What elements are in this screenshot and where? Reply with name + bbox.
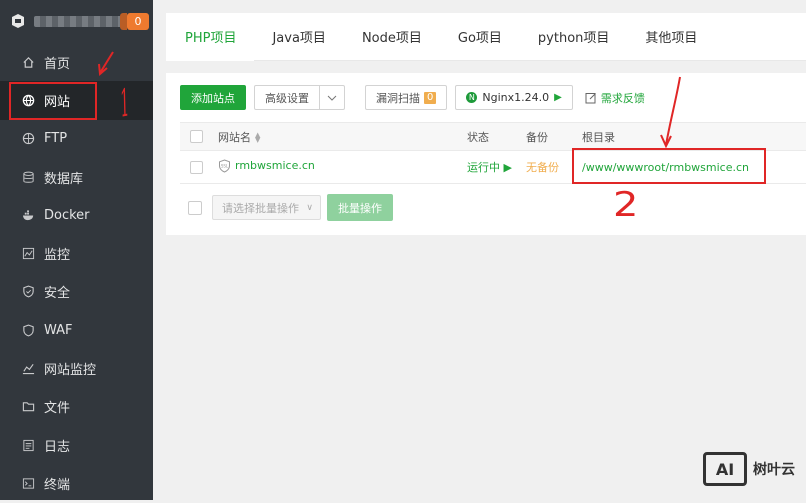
- sidebar-item-label: 文件: [44, 401, 71, 417]
- sidebar-item-security[interactable]: 安全: [0, 273, 153, 311]
- tab-java[interactable]: Java项目: [254, 13, 343, 60]
- annotation-number-two: 2: [613, 185, 639, 225]
- blurred-server-name: [34, 16, 122, 27]
- shield-icon: [21, 285, 35, 299]
- sidebar-item-label: 日志: [44, 439, 71, 455]
- sidebar-item-label: 数据库: [44, 171, 84, 187]
- tab-php[interactable]: PHP项目: [166, 13, 255, 61]
- site-name: rmbwsmice.cn: [235, 159, 315, 172]
- notification-badge[interactable]: 0: [120, 13, 149, 30]
- panel-logo-icon: [12, 14, 24, 28]
- batch-bar: 请选择批量操作 ∨ 批量操作: [188, 194, 393, 221]
- sidebar-item-site-monitor[interactable]: 网站监控: [0, 349, 153, 387]
- play-icon: ▶: [503, 161, 512, 174]
- docker-icon: [21, 208, 35, 222]
- sidebar-item-terminal[interactable]: 终端: [0, 464, 153, 502]
- sidebar-item-files[interactable]: 文件: [0, 388, 153, 426]
- sidebar-item-label: 终端: [44, 477, 71, 493]
- status-label: 运行中: [467, 161, 500, 174]
- column-backup: 备份: [526, 130, 548, 144]
- nginx-version: Nginx1.24.0: [482, 91, 550, 104]
- row-checkbox[interactable]: [190, 160, 203, 174]
- log-icon: [21, 438, 35, 452]
- sidebar-item-label: WAF: [44, 322, 73, 338]
- monitor-icon: [21, 247, 35, 261]
- feedback-label: 需求反馈: [600, 91, 645, 105]
- chart-icon: [21, 362, 35, 376]
- scan-label: 漏洞扫描: [376, 91, 420, 105]
- sidebar: 0 首页 网站 FTP 数据库 Docker 监控 安全 WAF 网站监控 文件…: [0, 0, 153, 500]
- sidebar-item-label: 监控: [44, 248, 71, 264]
- sidebar-item-monitor[interactable]: 监控: [0, 234, 153, 272]
- sidebar-item-label: 网站监控: [44, 363, 97, 379]
- watermark: AI 树叶云: [703, 452, 795, 486]
- project-tabs: PHP项目 Java项目 Node项目 Go项目 python项目 其他项目: [166, 13, 806, 61]
- status-running[interactable]: 运行中 ▶: [467, 161, 512, 174]
- advanced-settings-dropdown[interactable]: 高级设置: [254, 85, 345, 110]
- sidebar-item-label: Docker: [44, 207, 90, 223]
- site-name-link[interactable]: SSL rmbwsmice.cn: [218, 158, 315, 173]
- terminal-icon: [21, 476, 35, 490]
- sidebar-item-label: 安全: [44, 286, 71, 302]
- chevron-down-icon[interactable]: [319, 86, 344, 109]
- edit-icon: [585, 92, 596, 103]
- ssl-shield-icon: SSL: [219, 158, 230, 173]
- backup-link[interactable]: 无备份: [526, 161, 559, 174]
- main-content: PHP项目 Java项目 Node项目 Go项目 python项目 其他项目 添…: [166, 13, 806, 235]
- svg-text:SSL: SSL: [221, 163, 229, 168]
- sidebar-item-ftp[interactable]: FTP: [0, 120, 153, 158]
- batch-select-placeholder: 请选择批量操作: [222, 201, 299, 215]
- select-all-checkbox[interactable]: [190, 130, 203, 144]
- badge-count: 0: [134, 15, 142, 28]
- tab-go[interactable]: Go项目: [440, 13, 520, 60]
- tab-node[interactable]: Node项目: [344, 13, 440, 60]
- tab-python[interactable]: python项目: [520, 13, 627, 60]
- chevron-down-icon: ∨: [306, 203, 313, 213]
- tab-other[interactable]: 其他项目: [627, 13, 715, 60]
- sidebar-item-label: 首页: [44, 56, 71, 72]
- scan-count-badge: 0: [424, 91, 437, 104]
- play-icon: ▶: [554, 92, 562, 103]
- watermark-text: 树叶云: [753, 462, 795, 478]
- toolbar: 添加站点 高级设置 漏洞扫描 0 N Nginx1.24.0 ▶ 需求反馈: [180, 85, 645, 110]
- batch-operation-select[interactable]: 请选择批量操作 ∨: [212, 195, 321, 220]
- watermark-logo: AI: [703, 452, 747, 486]
- home-icon: [21, 55, 35, 69]
- add-site-button[interactable]: 添加站点: [180, 85, 246, 110]
- highlight-box-website: [9, 82, 97, 120]
- sidebar-item-docker[interactable]: Docker: [0, 196, 153, 234]
- nginx-icon: N: [466, 92, 478, 103]
- batch-select-checkbox[interactable]: [188, 200, 202, 215]
- annotation-number-one: 1: [119, 80, 130, 126]
- column-label: 网站名: [218, 130, 251, 144]
- column-status: 状态: [467, 130, 489, 144]
- brand-bar: 0: [0, 0, 153, 43]
- sidebar-item-label: FTP: [44, 131, 68, 147]
- sidebar-item-waf[interactable]: WAF: [0, 311, 153, 349]
- vulnerability-scan-button[interactable]: 漏洞扫描 0: [365, 85, 448, 110]
- sidebar-item-home[interactable]: 首页: [0, 43, 153, 81]
- waf-shield-icon: [21, 323, 35, 337]
- sidebar-item-database[interactable]: 数据库: [0, 158, 153, 196]
- column-root: 根目录: [582, 130, 615, 144]
- batch-operation-button[interactable]: 批量操作: [327, 194, 393, 221]
- folder-icon: [21, 400, 35, 414]
- highlight-box-root-dir: [572, 148, 766, 184]
- feedback-link[interactable]: 需求反馈: [585, 90, 645, 106]
- ftp-globe-icon: [21, 132, 35, 146]
- sort-icon[interactable]: ▲ ▼: [255, 131, 260, 143]
- database-icon: [21, 170, 35, 184]
- sidebar-item-logs[interactable]: 日志: [0, 426, 153, 464]
- column-site-name[interactable]: 网站名 ▲ ▼: [218, 123, 467, 151]
- advanced-settings-label: 高级设置: [265, 91, 309, 105]
- nginx-button[interactable]: N Nginx1.24.0 ▶: [455, 85, 573, 110]
- table-header-row: 网站名 ▲ ▼ 状态 备份 根目录: [180, 122, 806, 151]
